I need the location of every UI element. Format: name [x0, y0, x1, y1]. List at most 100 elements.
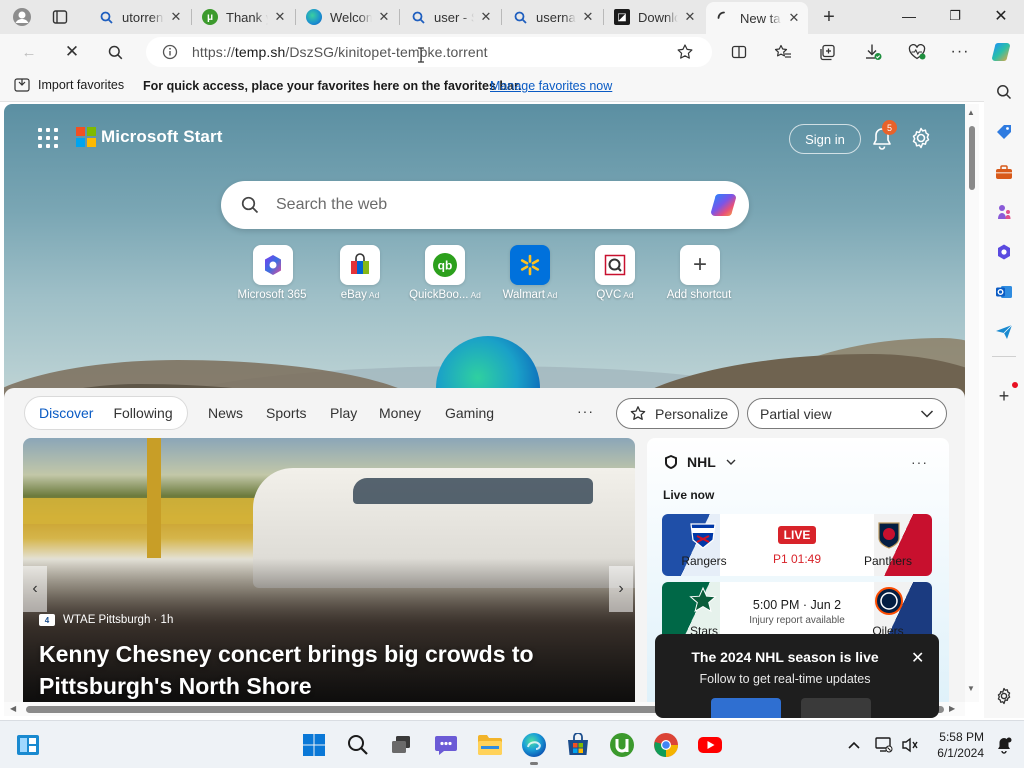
sidebar-outlook-button[interactable]: [990, 278, 1018, 306]
youtube-taskbar-button[interactable]: [694, 729, 726, 761]
tab-discover[interactable]: Discover: [29, 399, 103, 427]
nav-gaming[interactable]: Gaming: [445, 405, 494, 421]
web-search-box[interactable]: Search the web: [221, 181, 749, 229]
info-icon[interactable]: [162, 44, 178, 60]
close-tab-icon[interactable]: ✕: [168, 9, 184, 25]
teams-chat-button[interactable]: [430, 729, 462, 761]
hero-article-card[interactable]: ‹ › 4 WTAE Pittsburgh · 1h Kenny Chesney…: [23, 438, 635, 702]
scroll-down-icon[interactable]: ▼: [967, 684, 975, 693]
shortcut-quickbooks[interactable]: qb QuickBoo... Ad: [402, 245, 488, 301]
nhl-header[interactable]: NHL: [663, 454, 736, 470]
shortcut-qvc[interactable]: QVC Ad: [572, 245, 658, 301]
widgets-button[interactable]: [12, 729, 44, 761]
close-tab-icon[interactable]: ✕: [478, 9, 494, 25]
taskbar-search-button[interactable]: [342, 729, 374, 761]
tab-following[interactable]: Following: [103, 399, 182, 427]
tab-welcome[interactable]: Welcom ✕: [296, 2, 398, 32]
game-card-rangers-panthers[interactable]: Rangers Panthers LIVE P1 01:49: [662, 514, 932, 576]
sidebar-m365-button[interactable]: [990, 238, 1018, 266]
search-placeholder[interactable]: Search the web: [276, 196, 387, 214]
stop-button[interactable]: ✕: [57, 38, 87, 66]
volume-button[interactable]: [894, 729, 926, 761]
search-button[interactable]: [100, 38, 130, 66]
favorite-star-icon[interactable]: [676, 43, 694, 61]
close-tab-icon[interactable]: ✕: [272, 9, 288, 25]
tab-thank-you[interactable]: μ Thank y ✕: [192, 2, 294, 32]
back-button[interactable]: ←: [14, 38, 44, 66]
chrome-taskbar-button[interactable]: [650, 729, 682, 761]
follow-button[interactable]: [711, 698, 781, 718]
shortcut-microsoft-365[interactable]: Microsoft 365: [230, 245, 316, 301]
article-headline[interactable]: Kenny Chesney concert brings big crowds …: [39, 638, 599, 702]
sidebar-shopping-button[interactable]: [990, 118, 1018, 146]
nav-play[interactable]: Play: [330, 405, 357, 421]
url-text[interactable]: https://temp.sh/DszSG/kinitopet-tempke.t…: [192, 44, 488, 60]
carousel-prev-button[interactable]: ‹: [23, 566, 47, 612]
scroll-right-icon[interactable]: ▶: [949, 704, 955, 713]
utorrent-taskbar-button[interactable]: [606, 729, 638, 761]
app-launcher-icon[interactable]: [38, 128, 58, 148]
nhl-more-button[interactable]: ···: [911, 454, 928, 470]
tab-new-tab[interactable]: New ta ✕: [706, 2, 808, 34]
close-tab-icon[interactable]: ✕: [580, 9, 596, 25]
nav-sports[interactable]: Sports: [266, 405, 306, 421]
address-bar[interactable]: https://temp.sh/DszSG/kinitopet-tempke.t…: [146, 37, 712, 67]
browser-essentials-button[interactable]: [902, 38, 932, 66]
task-view-button[interactable]: [385, 729, 417, 761]
shortcut-walmart[interactable]: Walmart Ad: [487, 245, 573, 301]
scrollbar-thumb[interactable]: [969, 126, 975, 190]
view-select[interactable]: Partial view: [747, 398, 947, 429]
close-tab-icon[interactable]: ✕: [786, 10, 802, 26]
tab-username-search[interactable]: usernar ✕: [502, 2, 602, 32]
sidebar-settings-button[interactable]: [990, 682, 1018, 710]
favorites-button[interactable]: [768, 38, 798, 66]
tab-actions-button[interactable]: [46, 4, 74, 30]
start-button[interactable]: [298, 729, 330, 761]
tab-strip: utorrent ✕ μ Thank y ✕ Welcom ✕ user - S…: [0, 0, 1024, 34]
sidebar-send-button[interactable]: [990, 318, 1018, 346]
nav-news[interactable]: News: [208, 405, 243, 421]
gear-icon[interactable]: [909, 126, 933, 150]
edge-taskbar-button[interactable]: [518, 729, 550, 765]
tab-download[interactable]: ◪ Downlo ✕: [604, 2, 704, 32]
manage-favorites-link[interactable]: Manage favorites now: [490, 79, 612, 93]
more-nav-button[interactable]: ···: [577, 403, 594, 419]
settings-more-button[interactable]: ···: [945, 38, 975, 66]
import-favorites-button[interactable]: Import favorites: [14, 78, 124, 92]
shortcut-add[interactable]: + Add shortcut: [657, 245, 743, 301]
profile-avatar[interactable]: [8, 4, 36, 30]
brand-title[interactable]: Microsoft Start: [101, 127, 222, 147]
sign-in-button[interactable]: Sign in: [789, 124, 861, 154]
nav-money[interactable]: Money: [379, 405, 421, 421]
store-button[interactable]: [562, 729, 594, 761]
split-screen-button[interactable]: [724, 38, 754, 66]
sidebar-games-button[interactable]: [990, 198, 1018, 226]
close-tab-icon[interactable]: ✕: [682, 9, 698, 25]
copilot-icon[interactable]: [709, 193, 739, 217]
personalize-button[interactable]: Personalize: [616, 398, 739, 429]
sidebar-divider: [992, 356, 1016, 357]
shortcut-ebay[interactable]: eBay Ad: [317, 245, 403, 301]
file-explorer-button[interactable]: [474, 729, 506, 761]
sidebar-search-button[interactable]: [990, 78, 1018, 106]
close-window-button[interactable]: ✕: [978, 0, 1024, 32]
notifications-button[interactable]: [988, 729, 1020, 761]
new-tab-button[interactable]: +: [815, 4, 843, 30]
dismiss-button[interactable]: [801, 698, 871, 718]
tab-user-search[interactable]: user - S ✕: [400, 2, 500, 32]
sidebar-tools-button[interactable]: [990, 158, 1018, 186]
minimize-button[interactable]: —: [886, 0, 932, 32]
vertical-scrollbar[interactable]: ▲ ▼: [965, 104, 979, 702]
clock[interactable]: 5:58 PM 6/1/2024: [928, 729, 984, 761]
downloads-button[interactable]: [858, 38, 888, 66]
close-tab-icon[interactable]: ✕: [376, 9, 392, 25]
copilot-button[interactable]: [987, 38, 1017, 66]
collections-button[interactable]: [812, 38, 842, 66]
tab-utorrent-search[interactable]: utorrent ✕: [88, 2, 190, 32]
maximize-button[interactable]: ❐: [932, 0, 978, 32]
show-hidden-icons-button[interactable]: [838, 729, 870, 761]
scroll-up-icon[interactable]: ▲: [967, 108, 975, 117]
scroll-left-icon[interactable]: ◀: [10, 704, 16, 713]
carousel-next-button[interactable]: ›: [609, 566, 633, 612]
close-icon[interactable]: ✕: [911, 648, 924, 668]
